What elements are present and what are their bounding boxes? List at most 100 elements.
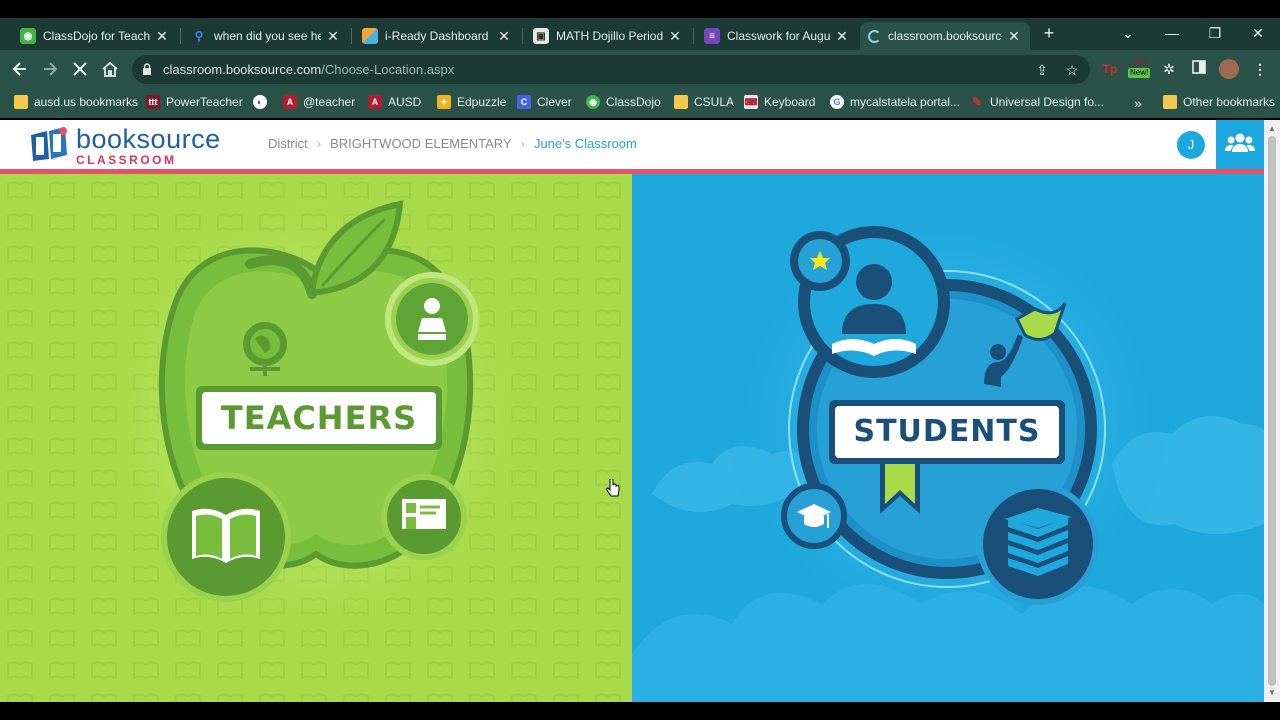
- edpuzzle-icon: ✦: [437, 95, 451, 109]
- page-scrollbar[interactable]: ▲ ▼: [1264, 120, 1280, 702]
- forward-button[interactable]: [39, 58, 61, 80]
- breadcrumb-classroom[interactable]: June's Classroom: [534, 136, 637, 151]
- tab-title: classroom.booksource: [888, 29, 1002, 43]
- back-button[interactable]: [9, 58, 31, 80]
- forms-icon: ≡: [704, 28, 720, 44]
- tab-search[interactable]: ⚲ when did you see her ✕: [183, 22, 349, 50]
- close-icon[interactable]: ✕: [496, 28, 512, 45]
- bookmark-powerteacher[interactable]: ttt PowerTeacher: [146, 95, 243, 109]
- powerteacher-icon: ttt: [146, 95, 160, 109]
- new-badge: New!: [1128, 68, 1151, 78]
- user-avatar[interactable]: J: [1177, 131, 1205, 159]
- loading-icon: [868, 29, 881, 43]
- bookmark-ausd[interactable]: A AUSD: [368, 95, 421, 109]
- folder-icon: [14, 95, 28, 109]
- students-label[interactable]: STUDENTS: [835, 406, 1059, 458]
- group-users-button[interactable]: [1216, 120, 1264, 169]
- classroom-icon: ▣: [533, 28, 549, 44]
- classdojo-icon: ◉: [586, 95, 600, 109]
- tab-title: Classwork for August: [727, 29, 830, 43]
- restore-button[interactable]: ❐: [1195, 18, 1235, 48]
- users-group-icon: [1225, 133, 1255, 152]
- teachers-option[interactable]: TEACHERS: [0, 174, 632, 702]
- tab-title: i-Ready Dashboard: [385, 29, 489, 43]
- keyboard-icon: ⌨: [744, 95, 758, 109]
- folder-icon: [1163, 95, 1177, 109]
- forward-arrow-icon: [44, 62, 58, 76]
- bookmark-csula[interactable]: CSULA: [674, 95, 734, 109]
- star-icon[interactable]: ☆: [1062, 60, 1082, 80]
- browser-toolbar: classroom.booksource.com/Choose-Location…: [0, 50, 1280, 88]
- search-icon: ⚲: [194, 29, 204, 43]
- sidepanel-icon[interactable]: [1189, 59, 1209, 79]
- bookmark-edpuzzle[interactable]: ✦ Edpuzzle: [437, 95, 506, 109]
- tab-title: ClassDojo for Teachers: [43, 29, 150, 43]
- tab-booksource[interactable]: classroom.booksource ✕: [860, 22, 1030, 50]
- scroll-down-icon[interactable]: ▼: [1267, 688, 1277, 698]
- bookmark-universal-design[interactable]: ✎ Universal Design fo...: [970, 95, 1104, 109]
- close-icon[interactable]: ✕: [667, 28, 683, 45]
- students-option[interactable]: STUDENTS: [632, 174, 1264, 702]
- page-content: booksource CLASSROOM District › BRIGHTWO…: [0, 120, 1264, 702]
- tab-title: when did you see her: [214, 29, 321, 43]
- scroll-thumb[interactable]: [1268, 136, 1276, 686]
- pin-icon: ✎: [971, 95, 983, 109]
- back-arrow-icon: [12, 62, 26, 76]
- bottom-border: [0, 702, 1280, 720]
- window-close-button[interactable]: ✕: [1238, 18, 1278, 48]
- chevron-right-icon: ›: [520, 136, 525, 151]
- a-icon: A: [368, 95, 382, 109]
- bookmark-classdojo[interactable]: ◉ ClassDojo: [586, 95, 661, 109]
- puzzle-icon[interactable]: ✲: [1159, 59, 1179, 79]
- close-icon[interactable]: ✕: [154, 28, 170, 45]
- tab-classwork[interactable]: ≡ Classwork for August ✕: [696, 22, 858, 50]
- browser-window: ◉ ClassDojo for Teachers ✕ ⚲ when did yo…: [0, 0, 1280, 720]
- new-tab-button[interactable]: +: [1038, 22, 1060, 44]
- bookmark-keyboard[interactable]: ⌨ Keyboard: [744, 95, 815, 109]
- site-logo[interactable]: booksource CLASSROOM: [76, 124, 221, 166]
- close-icon[interactable]: ✕: [325, 28, 341, 45]
- breadcrumb: District › BRIGHTWOOD ELEMENTARY › June'…: [268, 136, 637, 151]
- hand-cursor-icon: [606, 479, 620, 497]
- tab-math-dojillo[interactable]: ▣ MATH Dojillo Period 2 ✕: [525, 22, 691, 50]
- tab-classdojo[interactable]: ◉ ClassDojo for Teachers ✕: [12, 22, 178, 50]
- profile-avatar-icon[interactable]: [1219, 59, 1239, 79]
- bookmark-globe[interactable]: ◐: [253, 95, 273, 109]
- bookmark-clever[interactable]: C Clever: [517, 95, 572, 109]
- folder-icon: [674, 95, 688, 109]
- tab-iready[interactable]: i-Ready Dashboard ✕: [354, 22, 520, 50]
- extension-icon[interactable]: Tp: [1100, 59, 1120, 79]
- logo-wordmark: booksource: [76, 124, 221, 154]
- google-icon: G: [830, 95, 844, 109]
- classdojo-icon: ◉: [20, 28, 36, 44]
- breadcrumb-district[interactable]: District: [268, 136, 308, 151]
- booksource-logo-icon[interactable]: [27, 125, 71, 163]
- close-icon[interactable]: ✕: [1006, 28, 1022, 45]
- clever-icon: C: [517, 95, 531, 109]
- bookmark-mycalstatela[interactable]: Gmycalstatela portal...: [830, 95, 960, 109]
- bookmark-other[interactable]: Other bookmarks: [1163, 95, 1275, 109]
- lock-icon: [143, 63, 151, 75]
- scroll-up-icon[interactable]: ▲: [1267, 124, 1277, 134]
- extension-new-icon[interactable]: New!: [1128, 57, 1152, 79]
- stop-button[interactable]: [69, 58, 91, 80]
- more-bookmarks-button[interactable]: »: [1134, 95, 1142, 111]
- home-icon: [102, 61, 118, 77]
- bookmark-teacher[interactable]: A @teacher: [283, 95, 355, 109]
- teachers-label[interactable]: TEACHERS: [202, 392, 436, 444]
- tab-search-button[interactable]: ⌄: [1108, 18, 1148, 48]
- bookmarks-bar: ausd.us bookmarks ttt PowerTeacher ◐ A @te…: [0, 88, 1280, 118]
- iready-icon: [362, 28, 378, 44]
- bookmark-ausd-bookmarks[interactable]: ausd.us bookmarks: [14, 95, 138, 109]
- minimize-button[interactable]: —: [1152, 18, 1192, 48]
- breadcrumb-school[interactable]: BRIGHTWOOD ELEMENTARY: [330, 136, 512, 151]
- logo-subtitle: CLASSROOM: [76, 153, 177, 167]
- stop-icon: [73, 62, 87, 76]
- menu-icon[interactable]: ⋮: [1250, 59, 1270, 79]
- site-header: booksource CLASSROOM District › BRIGHTWO…: [0, 120, 1264, 169]
- share-icon[interactable]: ⇪: [1032, 60, 1052, 80]
- a-icon: A: [283, 95, 297, 109]
- home-button[interactable]: [99, 58, 121, 80]
- address-bar[interactable]: classroom.booksource.com/Choose-Location…: [132, 55, 1090, 84]
- close-icon[interactable]: ✕: [834, 28, 850, 45]
